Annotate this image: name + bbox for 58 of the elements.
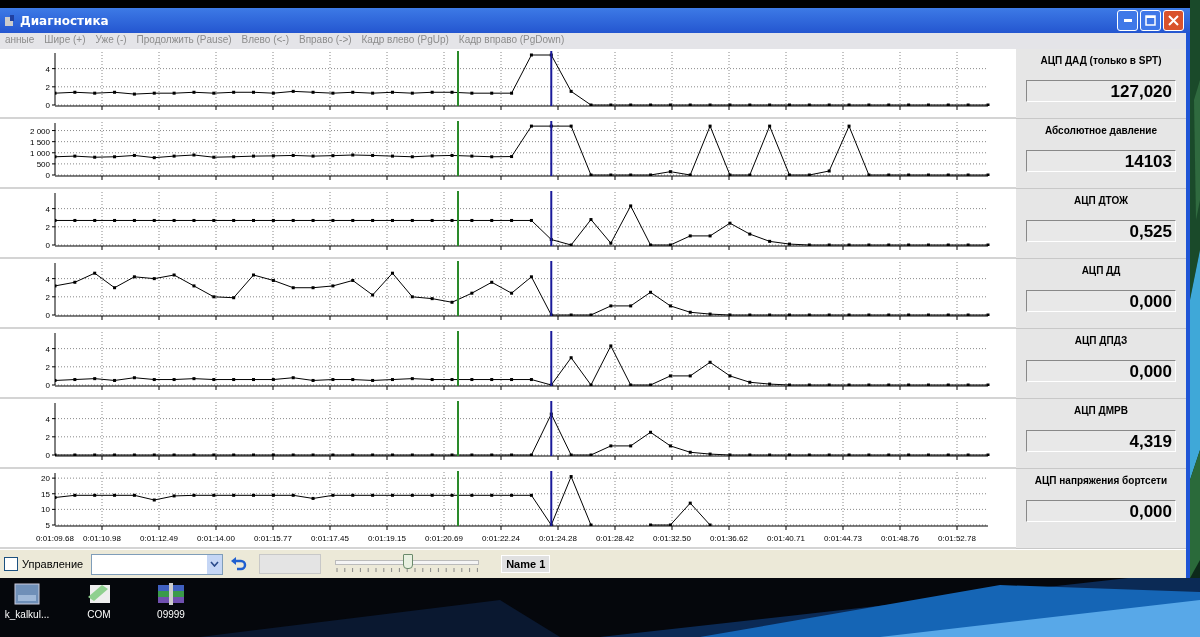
axis-label: 2 <box>45 82 50 92</box>
axis-label: 4 <box>45 64 50 74</box>
checkbox-label: Управление <box>22 558 84 570</box>
axis-label: 0 <box>45 171 50 180</box>
readout-value: 0,000 <box>1026 360 1176 382</box>
axis-label: 0 <box>45 241 50 250</box>
readout-label: АЦП ДАД (только в SPT) <box>1040 55 1162 66</box>
axis-label: 0 <box>45 381 50 390</box>
window-title: Диагностика <box>20 13 110 28</box>
axis-label: 0:01:19.15 <box>368 534 406 543</box>
axis-label: 0:01:22.24 <box>482 534 520 543</box>
axis-label: 4 <box>45 204 50 214</box>
axis-label: 5 <box>45 521 50 530</box>
axis-label: 0 <box>45 451 50 460</box>
axis-label: 15 <box>41 489 50 499</box>
axis-label: 4 <box>45 274 50 284</box>
readout-value: 127,020 <box>1026 80 1176 102</box>
readout-value: 4,319 <box>1026 430 1176 452</box>
axis-label: 0:01:20.69 <box>425 534 463 543</box>
readout-label: АЦП ДМРВ <box>1074 405 1128 416</box>
axis-label: 1 500 <box>29 137 50 147</box>
axis-label: 20 <box>41 474 50 484</box>
readout-label: АЦП напряжения бортсети <box>1034 475 1168 486</box>
axis-label: 0:01:36.62 <box>710 534 748 543</box>
axis-label: 2 <box>45 222 50 232</box>
readout-value: 0,000 <box>1026 500 1176 522</box>
axis-label: 10 <box>41 505 50 515</box>
axis-label: 0:01:09.68 <box>36 534 74 543</box>
axis-label: 4 <box>45 414 50 424</box>
axis-label: 0:01:17.45 <box>311 534 349 543</box>
readout-value: 0,000 <box>1026 290 1176 312</box>
axis-label: 2 <box>45 362 50 372</box>
axis-label: 0:01:44.73 <box>824 534 862 543</box>
axis-label: 0:01:48.76 <box>881 534 919 543</box>
readout-label: АЦП ДД <box>1081 265 1121 276</box>
readout-label: АЦП ДПДЗ <box>1074 335 1128 346</box>
readout-label: АЦП ДТОЖ <box>1073 195 1129 206</box>
readout-value: 0,525 <box>1026 220 1176 242</box>
axis-label: 0:01:12.49 <box>140 534 178 543</box>
axis-label: 0:01:15.77 <box>254 534 292 543</box>
axis-label: 0:01:32.50 <box>653 534 691 543</box>
axis-label: 0:01:40.71 <box>767 534 805 543</box>
axis-label: 500 <box>36 159 50 169</box>
axis-label: 2 <box>45 432 50 442</box>
axis-label: 1 000 <box>29 148 50 158</box>
readout-value: 14103 <box>1026 150 1176 172</box>
axis-label: 0:01:24.28 <box>539 534 577 543</box>
axis-label: 2 000 <box>29 126 50 136</box>
name-label: Name 1 <box>501 555 551 573</box>
axis-label: 0:01:14.00 <box>197 534 235 543</box>
readout-label: Абсолютное давление <box>1044 125 1157 136</box>
axis-label: 0:01:52.78 <box>938 534 976 543</box>
axis-label: 0 <box>45 311 50 320</box>
axis-label: 2 <box>45 292 50 302</box>
axis-label: 4 <box>45 344 50 354</box>
axis-label: 0:01:28.42 <box>596 534 634 543</box>
axis-label: 0:01:10.98 <box>83 534 121 543</box>
axis-label: 0 <box>45 101 50 110</box>
